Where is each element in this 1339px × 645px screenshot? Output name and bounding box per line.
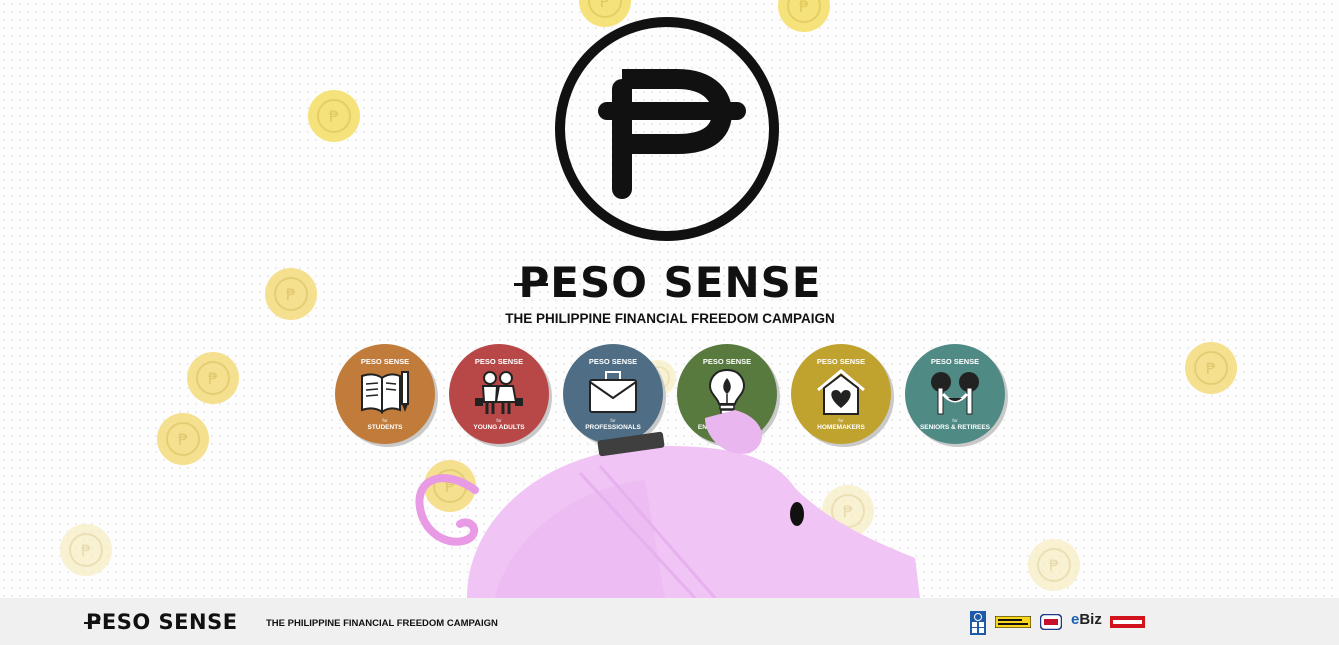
coin-icon: ₱: [187, 352, 239, 404]
brand-title-rest: ESO SENSE: [550, 258, 822, 307]
svg-text:₱: ₱: [799, 0, 809, 16]
footer-brand[interactable]: PESO SENSE: [84, 610, 238, 634]
brand-title: PESO SENSE: [500, 258, 840, 307]
footer-brand-rest: ESO SENSE: [101, 610, 238, 634]
coin-icon: ₱: [778, 0, 830, 32]
ebiz-logo[interactable]: eBiz: [1071, 611, 1102, 629]
svg-text:₱: ₱: [178, 430, 188, 449]
svg-text:₱: ₱: [1206, 359, 1216, 378]
partner-logos: eBiz: [970, 611, 1150, 635]
category-brand: PESO SENSE: [588, 357, 638, 366]
coin-icon: ₱: [1028, 539, 1080, 591]
category-brand: PESO SENSE: [702, 357, 752, 366]
western-union-logo[interactable]: [995, 616, 1031, 628]
book-pencil-icon: [361, 371, 409, 414]
coin-icon: ₱: [157, 413, 209, 465]
piggy-bank-illustration: [415, 410, 920, 598]
footer-bar: PESO SENSE THE PHILIPPINE FINANCIAL FREE…: [0, 598, 1339, 645]
category-brand: PESO SENSE: [474, 357, 524, 366]
svg-text:₱: ₱: [286, 285, 296, 304]
category-brand: PESO SENSE: [816, 357, 866, 366]
coin-icon: ₱: [1185, 342, 1237, 394]
peso-letter: P: [84, 610, 102, 634]
peso-logo-icon: [555, 17, 779, 241]
category-brand: PESO SENSE: [930, 357, 980, 366]
coin-icon: ₱: [265, 268, 317, 320]
category-brand: PESO SENSE: [360, 357, 410, 366]
svg-text:₱: ₱: [1049, 556, 1059, 575]
peso-letter: P: [514, 258, 551, 307]
svg-text:₱: ₱: [81, 541, 91, 560]
coin-icon: ₱: [308, 90, 360, 142]
petnet-logo[interactable]: [1110, 616, 1145, 628]
svg-text:₱: ₱: [208, 369, 218, 388]
svg-text:₱: ₱: [600, 0, 610, 11]
brand-tagline: THE PHILIPPINE FINANCIAL FREEDOM CAMPAIG…: [505, 311, 835, 326]
coin-icon: ₱: [60, 524, 112, 576]
svg-text:₱: ₱: [329, 107, 339, 126]
partner-seal-logo[interactable]: [1040, 614, 1062, 630]
undp-logo[interactable]: [970, 611, 986, 635]
footer-tagline: THE PHILIPPINE FINANCIAL FREEDOM CAMPAIG…: [266, 618, 498, 629]
trees-hammock-icon: [931, 372, 979, 415]
